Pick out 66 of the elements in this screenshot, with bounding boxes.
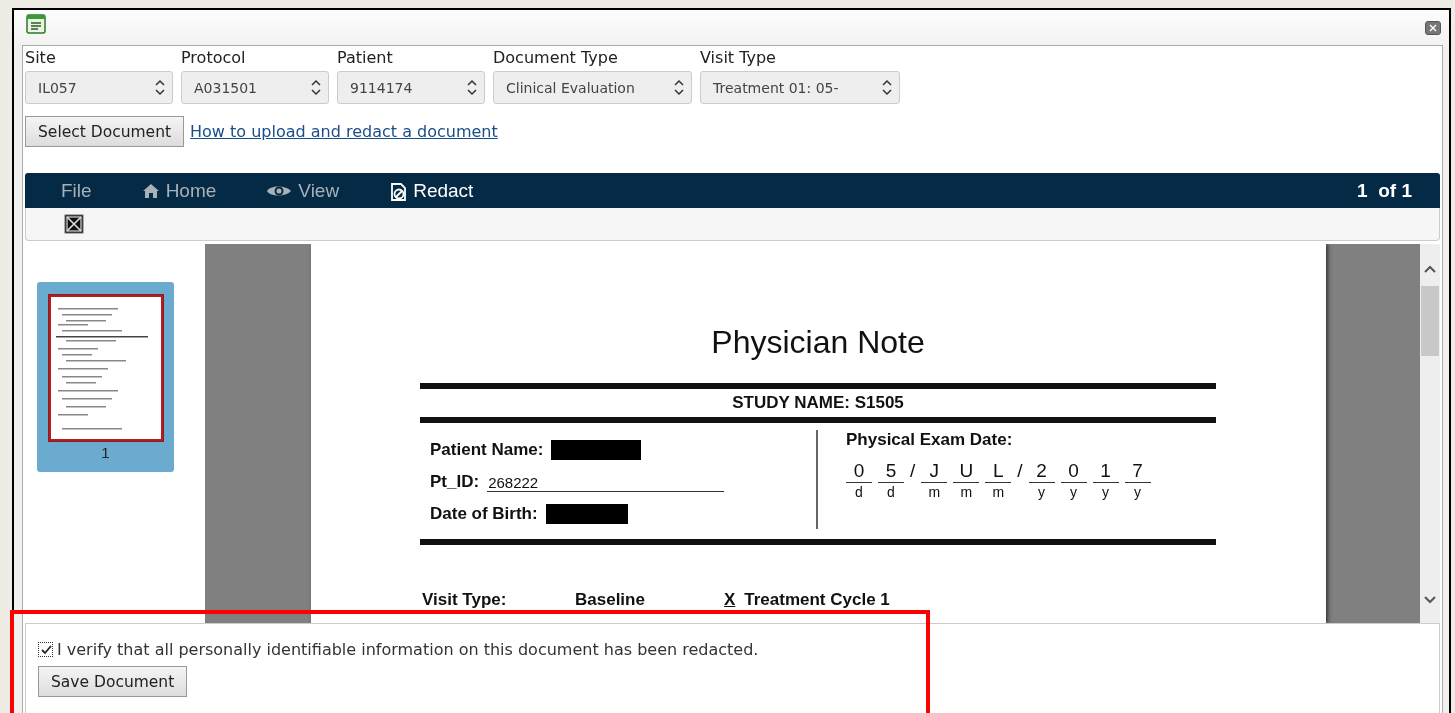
field-label: Protocol xyxy=(181,48,247,68)
field-label: Pt_ID: xyxy=(430,472,480,492)
date-digit: 0 xyxy=(1060,460,1087,483)
date-hint: m xyxy=(928,483,941,501)
select-document-button[interactable]: Select Document xyxy=(25,116,185,147)
verify-label: I verify that all personally identifiable information on this document has been redacted. xyxy=(57,640,759,659)
date-hint: m xyxy=(992,483,1005,501)
option-label: Baseline xyxy=(575,589,645,611)
field-label: Patient xyxy=(337,48,394,68)
page-counter: 1 of 1 xyxy=(1357,179,1412,202)
help-link[interactable]: How to upload and redact a document xyxy=(190,122,498,141)
field-value: 268222 xyxy=(487,474,725,492)
spin-select[interactable]: 9114174 xyxy=(337,71,485,104)
document-icon xyxy=(26,13,46,34)
date-hint: y xyxy=(1038,483,1046,501)
date-digit: 7 xyxy=(1124,460,1151,483)
clear-redaction-icon[interactable] xyxy=(64,214,84,234)
field-label: Date of Birth: xyxy=(430,504,538,524)
date-hint: d xyxy=(855,483,863,501)
field-label: Visit Type: xyxy=(421,589,508,611)
date-hint: y xyxy=(1102,483,1110,501)
date-digit: U xyxy=(953,460,980,483)
field-label: Physical Exam Date: xyxy=(846,430,1014,450)
date-digit: 2 xyxy=(1028,460,1055,483)
study-name: STUDY NAME: S1505 xyxy=(731,392,905,414)
date-hint: y xyxy=(1134,483,1142,501)
field-label: Document Type xyxy=(493,48,619,68)
spin-select[interactable]: Clinical Evaluation xyxy=(493,71,692,104)
menu-tab[interactable]: File xyxy=(61,179,92,202)
date-separator: / xyxy=(910,460,916,482)
scroll-thumb[interactable] xyxy=(1421,286,1439,356)
option-label: Treatment Cycle 1 xyxy=(744,589,890,611)
spinner-arrows-icon xyxy=(466,79,478,96)
document-ban-icon xyxy=(389,180,408,201)
spin-select[interactable]: A031501 xyxy=(181,71,329,104)
verify-checkbox[interactable] xyxy=(38,642,53,657)
save-document-button[interactable]: Save Document xyxy=(38,666,188,697)
field-label: Patient Name: xyxy=(430,440,544,460)
date-digit: 1 xyxy=(1092,460,1119,483)
page-thumbnail[interactable]: 1 xyxy=(37,282,174,472)
menu-tab[interactable]: Home xyxy=(141,179,217,202)
date-separator: / xyxy=(1017,460,1023,482)
page-number: 1 xyxy=(101,444,110,462)
scroll-up-icon[interactable] xyxy=(1423,264,1437,274)
spin-select[interactable]: IL057 xyxy=(25,71,173,104)
date-hint: y xyxy=(1070,483,1078,501)
date-digit: J xyxy=(921,460,948,483)
option-mark: X xyxy=(722,589,737,611)
home-icon xyxy=(141,182,160,199)
spinner-arrows-icon xyxy=(310,79,322,96)
date-digit: 5 xyxy=(878,460,904,483)
field-label: Visit Type xyxy=(700,48,777,68)
date-hint: m xyxy=(960,483,973,501)
field-label: Site xyxy=(25,48,57,68)
spin-select[interactable]: Treatment 01: 05- xyxy=(700,71,900,104)
date-digit: L xyxy=(985,460,1012,483)
spinner-arrows-icon xyxy=(673,79,685,96)
spinner-arrows-icon xyxy=(154,79,166,96)
menu-tab[interactable]: View xyxy=(266,179,340,202)
menu-tab[interactable]: Redact xyxy=(389,179,474,202)
document-title: Physician Note xyxy=(710,323,926,362)
scroll-down-icon[interactable] xyxy=(1423,595,1437,605)
date-digit: 0 xyxy=(846,460,872,483)
scrollbar[interactable] xyxy=(1420,244,1440,623)
date-hint: d xyxy=(887,483,895,501)
spinner-arrows-icon xyxy=(881,79,893,96)
